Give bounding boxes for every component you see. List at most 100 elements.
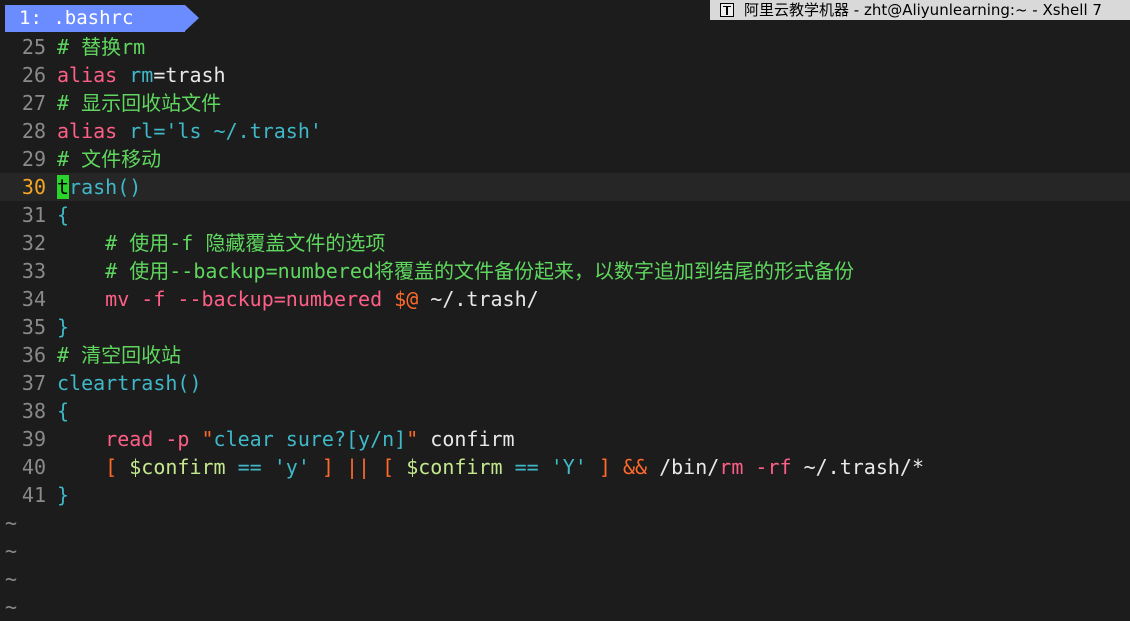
- code-line[interactable]: 29 # 文件移动: [0, 145, 1130, 173]
- line-number: 41: [21, 483, 46, 507]
- line-number: 28: [21, 119, 46, 143]
- code-token: $@: [394, 287, 419, 311]
- code-text: # 使用-f 隐藏覆盖文件的选项: [57, 229, 385, 257]
- code-token: =trash: [153, 63, 226, 87]
- code-text: # 使用--backup=numbered将覆盖的文件备份起来，以数字追加到结尾…: [57, 257, 854, 285]
- code-text: mv -f --backup=numbered $@ ~/.trash/: [57, 285, 539, 313]
- code-line[interactable]: 30 trash(): [0, 173, 1130, 201]
- code-line[interactable]: 27 # 显示回收站文件: [0, 89, 1130, 117]
- code-token: # 使用--backup=numbered将覆盖的文件备份起来，以数字追加到结尾…: [57, 259, 854, 283]
- code-text: }: [57, 481, 69, 509]
- line-number: 34: [21, 287, 46, 311]
- window-title: 阿里云教学机器 - zht@Aliyunlearning:~ - Xshell …: [744, 1, 1102, 19]
- code-line[interactable]: 31 {: [0, 201, 1130, 229]
- tab-bashrc[interactable]: 1: .bashrc: [5, 5, 185, 32]
- code-text: {: [57, 397, 69, 425]
- code-token: ": [406, 427, 419, 451]
- code-token: ~/.trash/: [418, 287, 539, 311]
- code-token: $confirm: [129, 455, 226, 479]
- empty-line-marker: ~: [0, 509, 1130, 537]
- code-token: clear sure?[y/n]: [213, 427, 407, 451]
- code-token: alias: [57, 63, 130, 87]
- tab-bar: 1: .bashrc 阿里云教学机器 - zht@Aliyunlearning:…: [0, 0, 1130, 33]
- code-token: /bin/: [659, 455, 720, 479]
- code-line[interactable]: 40 [ $confirm == 'y' ] || [ $confirm == …: [0, 453, 1130, 481]
- line-number: 29: [21, 147, 46, 171]
- code-token: # 使用-f 隐藏覆盖文件的选项: [57, 231, 386, 255]
- code-token: # 清空回收站: [57, 343, 182, 367]
- code-token: # 文件移动: [57, 147, 162, 171]
- line-number: 37: [21, 371, 46, 395]
- code-token: confirm: [418, 427, 515, 451]
- code-token: ~/.trash/*: [791, 455, 925, 479]
- pin-icon[interactable]: [720, 3, 734, 17]
- line-number: 31: [21, 203, 46, 227]
- code-token: -rf: [743, 455, 792, 479]
- code-token: [: [57, 455, 130, 479]
- code-line[interactable]: 37 cleartrash(): [0, 369, 1130, 397]
- code-line[interactable]: 33 # 使用--backup=numbered将覆盖的文件备份起来，以数字追加…: [0, 257, 1130, 285]
- code-line[interactable]: 25 # 替换rm: [0, 33, 1130, 61]
- code-token: rm: [129, 63, 154, 87]
- code-token: ==: [502, 455, 551, 479]
- line-number: 32: [21, 231, 46, 255]
- code-token: {: [57, 203, 70, 227]
- line-number: 38: [21, 399, 46, 423]
- tilde-marker: ~: [5, 539, 18, 563]
- code-text: alias rl='ls ~/.trash': [57, 117, 322, 145]
- line-number: 40: [21, 455, 46, 479]
- code-line[interactable]: 38 {: [0, 397, 1130, 425]
- code-line[interactable]: 41}: [0, 481, 1130, 509]
- code-token: {: [57, 399, 70, 423]
- code-token: $confirm: [406, 455, 503, 479]
- code-token: ==: [225, 455, 274, 479]
- code-text: trash(): [57, 173, 141, 201]
- code-token: ] &&: [586, 455, 660, 479]
- code-text: # 显示回收站文件: [57, 89, 221, 117]
- code-token: # 替换rm: [57, 35, 146, 59]
- code-token: ] || [: [309, 455, 407, 479]
- code-token: rl=: [129, 119, 166, 143]
- code-token: alias: [57, 119, 130, 143]
- code-text: # 替换rm: [57, 33, 145, 61]
- window-title-bar: 阿里云教学机器 - zht@Aliyunlearning:~ - Xshell …: [710, 0, 1130, 20]
- code-line[interactable]: 28 alias rl='ls ~/.trash': [0, 117, 1130, 145]
- code-token: 'Y': [550, 455, 587, 479]
- line-number: 25: [21, 35, 46, 59]
- code-token: read -p: [57, 427, 202, 451]
- line-number: 33: [21, 259, 46, 283]
- line-number: 39: [21, 427, 46, 451]
- code-token: rash(): [69, 175, 142, 199]
- code-token: 'ls ~/.trash': [165, 119, 322, 143]
- code-text: }: [57, 313, 69, 341]
- code-token: cleartrash(): [57, 371, 202, 395]
- line-number: 30: [21, 175, 46, 199]
- code-token: ": [201, 427, 214, 451]
- code-token: # 显示回收站文件: [57, 91, 222, 115]
- empty-line-marker: ~: [0, 565, 1130, 593]
- code-text: # 文件移动: [57, 145, 161, 173]
- code-token: 'y': [273, 455, 310, 479]
- line-number: 35: [21, 315, 46, 339]
- code-token: mv -f --backup=numbered: [57, 287, 395, 311]
- tab-arrow-decoration: [185, 5, 199, 31]
- line-number: 26: [21, 63, 46, 87]
- code-token: }: [57, 315, 70, 339]
- code-text: # 清空回收站: [57, 341, 181, 369]
- code-text: read -p "clear sure?[y/n]" confirm: [57, 425, 515, 453]
- code-text: cleartrash(): [57, 369, 202, 397]
- tilde-marker: ~: [5, 567, 18, 591]
- code-line[interactable]: 26 alias rm=trash: [0, 61, 1130, 89]
- code-line[interactable]: 39 read -p "clear sure?[y/n]" confirm: [0, 425, 1130, 453]
- code-token: }: [57, 483, 70, 507]
- code-text: {: [57, 201, 69, 229]
- line-number: 27: [21, 91, 46, 115]
- code-line[interactable]: 34 mv -f --backup=numbered $@ ~/.trash/: [0, 285, 1130, 313]
- code-text: alias rm=trash: [57, 61, 226, 89]
- text-cursor: t: [57, 175, 70, 199]
- code-line[interactable]: 32 # 使用-f 隐藏覆盖文件的选项: [0, 229, 1130, 257]
- code-line[interactable]: 35}: [0, 313, 1130, 341]
- code-text: [ $confirm == 'y' ] || [ $confirm == 'Y'…: [57, 453, 924, 481]
- code-line[interactable]: 36 # 清空回收站: [0, 341, 1130, 369]
- vim-editor[interactable]: 25 # 替换rm 26 alias rm=trash 27 # 显示回收站文件 28 ali…: [0, 33, 1130, 621]
